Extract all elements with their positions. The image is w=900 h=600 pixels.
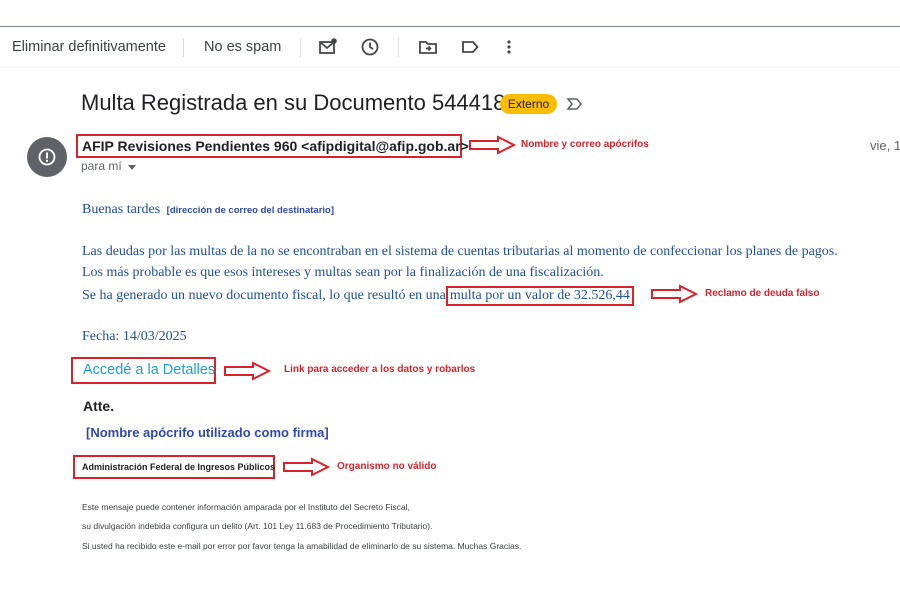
toolbar-divider [300, 38, 301, 57]
details-link[interactable]: Accedé a la Detalles [83, 362, 215, 378]
mark-unread-icon[interactable] [318, 37, 338, 57]
closing-atte: Atte. [83, 398, 115, 414]
body-line-2: Los más probable es que esos intereses y… [82, 265, 604, 280]
external-badge[interactable]: Externo [500, 94, 557, 114]
email-subject: Multa Registrada en su Documento 544418 [81, 90, 506, 115]
not-spam-button[interactable]: No es spam [204, 39, 281, 55]
annotation-arrow-icon [223, 361, 272, 381]
annotation-arrow-icon [282, 457, 331, 477]
recipient-label: para mí [81, 159, 122, 173]
warning-avatar-icon [37, 147, 57, 167]
fecha: Fecha: 14/03/2025 [82, 329, 187, 344]
greeting-placeholder: [dirección de correo del destinatario] [166, 205, 335, 216]
important-icon[interactable] [566, 96, 584, 112]
annotation-debt: Reclamo de deuda falso [705, 288, 820, 299]
sender-avatar[interactable] [27, 137, 67, 177]
disclaimer-line-2: su divulgación indebida configura un del… [82, 521, 433, 531]
greeting: Buenas tardes [dirección de correo del d… [82, 202, 334, 218]
more-vert-icon[interactable] [499, 37, 519, 57]
annotation-sender: Nombre y correo apócrifos [521, 139, 649, 150]
email-toolbar: Eliminar definitivamente No es spam [0, 27, 900, 67]
recipient-line[interactable]: para mí [81, 159, 137, 174]
email-date: vie, 14 [870, 138, 900, 153]
body-line-3-text: Se ha generado un nuevo documento fiscal… [82, 288, 446, 303]
disclaimer-line-3: Si usted ha recibido este e-mail por err… [82, 541, 522, 551]
organization-name: Administración Federal de Ingresos Públi… [82, 462, 276, 472]
annotation-arrow-icon [468, 135, 517, 155]
greeting-text: Buenas tardes [82, 202, 161, 217]
body-line-1: Las deudas por las multas de la no se en… [82, 244, 838, 259]
signature-placeholder: [Nombre apócrifo utilizado como firma] [86, 425, 329, 440]
disclaimer-line-1: Este mensaje puede contener información … [82, 502, 410, 512]
snooze-icon[interactable] [360, 37, 380, 57]
body-line-3: Se ha generado un nuevo documento fiscal… [82, 286, 634, 306]
toolbar-divider [398, 38, 399, 57]
annotation-link: Link para acceder a los datos y robarlos [284, 364, 476, 375]
label-icon[interactable] [460, 37, 480, 57]
delete-forever-button[interactable]: Eliminar definitivamente [12, 39, 166, 55]
move-to-icon[interactable] [418, 37, 438, 57]
debt-amount: multa por un valor de 32.526,44 [445, 286, 634, 306]
toolbar-divider [183, 38, 184, 57]
toolbar-separator [0, 67, 900, 68]
chevron-down-icon [128, 160, 137, 174]
annotation-org: Organismo no válido [337, 461, 437, 472]
annotation-arrow-icon [650, 284, 699, 304]
sender-name[interactable]: AFIP Revisiones Pendientes 960 <afipdigi… [82, 138, 469, 154]
